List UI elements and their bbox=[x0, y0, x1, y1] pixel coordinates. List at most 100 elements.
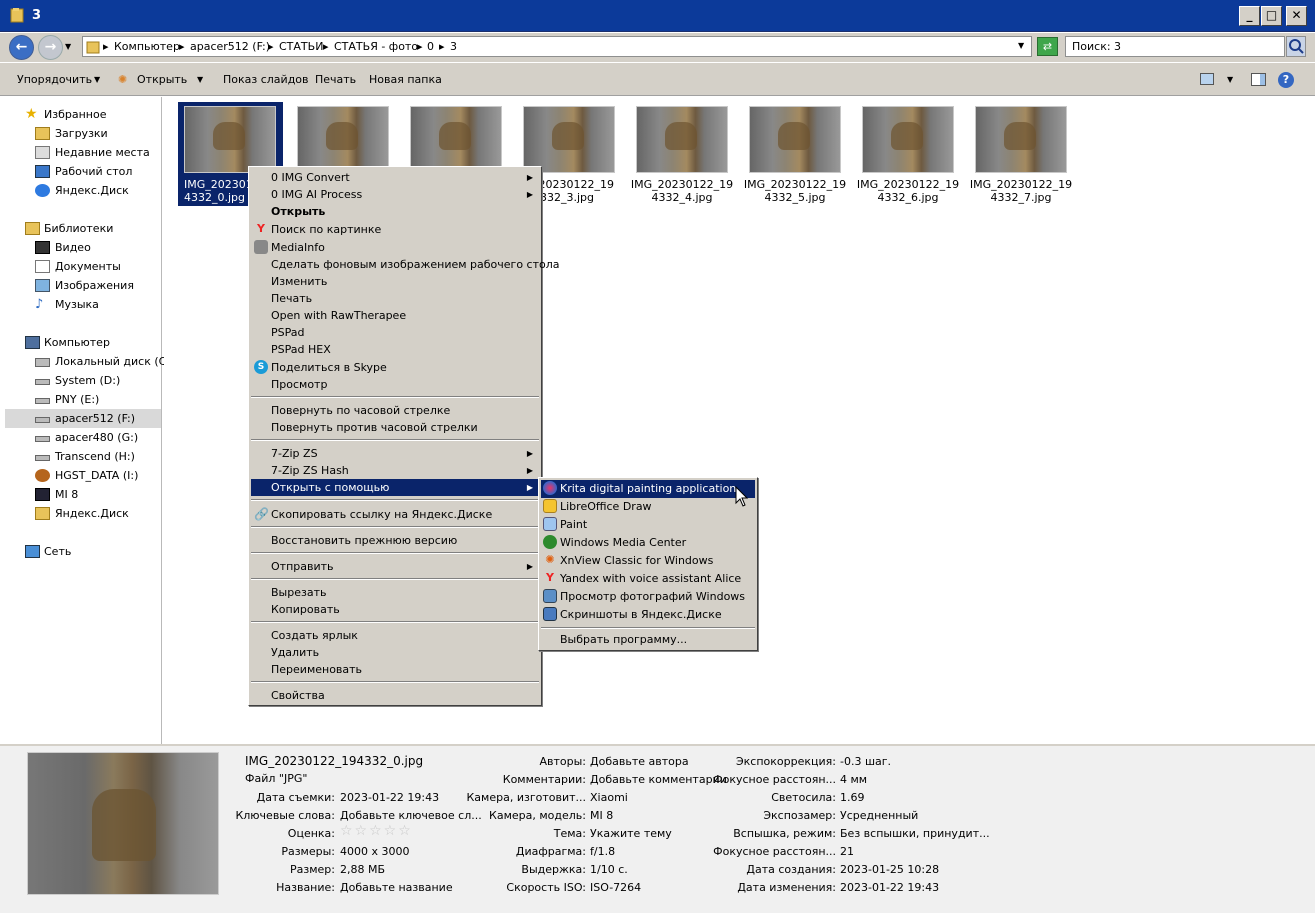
menu-item-rename[interactable]: Переименовать bbox=[251, 661, 539, 678]
menu-item-open[interactable]: Открыть bbox=[251, 203, 539, 220]
detail-value[interactable]: 4 мм bbox=[840, 773, 867, 786]
new-folder-button[interactable]: Новая папка bbox=[369, 73, 442, 86]
detail-value[interactable]: f/1.8 bbox=[590, 845, 615, 858]
nav-drive-d[interactable]: System (D:) bbox=[5, 371, 161, 390]
nav-music[interactable]: ♪ Музыка bbox=[5, 295, 161, 314]
print-button[interactable]: Печать bbox=[315, 73, 356, 86]
breadcrumb-folder-3[interactable]: 0 bbox=[427, 40, 434, 53]
submenu-item-xnview[interactable]: ✺ XnView Classic for Windows bbox=[541, 552, 755, 570]
detail-value[interactable]: 1/10 с. bbox=[590, 863, 628, 876]
detail-value[interactable]: 21 bbox=[840, 845, 854, 858]
chevron-down-icon[interactable]: ▼ bbox=[1227, 75, 1233, 84]
menu-item-img-convert[interactable]: 0 IMG Convert ▶ bbox=[251, 169, 539, 186]
nav-video[interactable]: Видео bbox=[5, 238, 161, 257]
detail-value[interactable]: 2023-01-22 19:43 bbox=[840, 881, 939, 894]
title-bar[interactable]: 3 _ □ ✕ bbox=[0, 0, 1315, 32]
detail-value[interactable]: ISO-7264 bbox=[590, 881, 641, 894]
nav-downloads[interactable]: Загрузки bbox=[5, 124, 161, 143]
slideshow-button[interactable]: Показ слайдов bbox=[223, 73, 309, 86]
organize-button[interactable]: Упорядочить bbox=[17, 73, 92, 86]
detail-value[interactable]: 2023-01-22 19:43 bbox=[340, 791, 439, 804]
menu-item-rotate-ccw[interactable]: Повернуть против часовой стрелки bbox=[251, 419, 539, 436]
nav-drive-f[interactable]: apacer512 (F:) bbox=[5, 409, 161, 428]
menu-item-set-wallpaper[interactable]: Сделать фоновым изображением рабочего ст… bbox=[251, 256, 560, 273]
chevron-down-icon[interactable]: ▼ bbox=[197, 75, 203, 84]
detail-value[interactable]: Xiaomi bbox=[590, 791, 628, 804]
submenu-item-yandex-screenshots[interactable]: Скриншоты в Яндекс.Диске bbox=[541, 606, 755, 624]
nav-drive-c[interactable]: Локальный диск (C:) bbox=[5, 352, 174, 371]
nav-drive-h[interactable]: Transcend (H:) bbox=[5, 447, 161, 466]
forward-button[interactable]: → bbox=[38, 35, 63, 60]
menu-item-rotate-cw[interactable]: Повернуть по часовой стрелке bbox=[251, 402, 539, 419]
file-caption[interactable]: IMG_20230122_19 4332_4.jpg bbox=[626, 178, 738, 204]
address-dropdown-icon[interactable]: ▼ bbox=[1018, 41, 1024, 50]
menu-item-rawtherapee[interactable]: Open with RawTherapee bbox=[251, 307, 539, 324]
close-button[interactable]: ✕ bbox=[1286, 6, 1307, 26]
file-thumbnail[interactable] bbox=[410, 106, 502, 173]
refresh-icon[interactable]: ⇄ bbox=[1037, 37, 1058, 56]
menu-item-search-by-image[interactable]: Y Поиск по картинке bbox=[251, 221, 539, 238]
menu-item-create-shortcut[interactable]: Создать ярлык bbox=[251, 627, 539, 644]
open-button[interactable]: Открыть bbox=[137, 73, 187, 86]
search-input[interactable]: Поиск: 3 bbox=[1065, 36, 1285, 57]
maximize-button[interactable]: □ bbox=[1261, 6, 1282, 26]
detail-value[interactable]: Добавьте название bbox=[340, 881, 453, 894]
file-thumbnail[interactable] bbox=[297, 106, 389, 173]
help-icon[interactable]: ? bbox=[1278, 72, 1294, 88]
file-thumbnail[interactable] bbox=[636, 106, 728, 173]
nav-libraries[interactable]: Библиотеки bbox=[5, 219, 161, 238]
breadcrumb-folder-2[interactable]: СТАТЬЯ - фото bbox=[334, 40, 418, 53]
history-dropdown-icon[interactable]: ▼ bbox=[65, 42, 71, 51]
nav-desktop[interactable]: Рабочий стол bbox=[5, 162, 161, 181]
nav-yandex-disk[interactable]: Яндекс.Диск bbox=[5, 181, 161, 200]
menu-item-share-skype[interactable]: S Поделиться в Skype bbox=[251, 359, 539, 376]
menu-item-cut[interactable]: Вырезать bbox=[251, 584, 539, 601]
detail-value[interactable]: 2023-01-25 10:28 bbox=[840, 863, 939, 876]
detail-value[interactable]: Добавьте ключевое сл... bbox=[340, 809, 482, 822]
menu-item-delete[interactable]: Удалить bbox=[251, 644, 539, 661]
breadcrumb-folder-1[interactable]: СТАТЬИ bbox=[279, 40, 323, 53]
menu-item-mediainfo[interactable]: MediaInfo bbox=[251, 239, 539, 256]
submenu-item-paint[interactable]: Paint bbox=[541, 516, 755, 534]
nav-drive-g[interactable]: apacer480 (G:) bbox=[5, 428, 161, 447]
nav-yandex-disk-2[interactable]: Яндекс.Диск bbox=[5, 504, 161, 523]
nav-drive-e[interactable]: PNY (E:) bbox=[5, 390, 161, 409]
menu-item-print[interactable]: Печать bbox=[251, 290, 539, 307]
nav-network[interactable]: Сеть bbox=[5, 542, 161, 561]
nav-favorites[interactable]: ★ Избранное bbox=[5, 105, 161, 124]
address-bar[interactable]: ▸ Компьютер ▸ apacer512 (F:) ▸ СТАТЬИ ▸ … bbox=[82, 36, 1032, 57]
search-icon[interactable] bbox=[1286, 36, 1306, 57]
view-options-icon[interactable] bbox=[1200, 73, 1214, 85]
nav-computer[interactable]: Компьютер bbox=[5, 333, 161, 352]
file-caption[interactable]: IMG_20230122_19 4332_5.jpg bbox=[739, 178, 851, 204]
menu-item-copy[interactable]: Копировать bbox=[251, 601, 539, 618]
file-thumbnail[interactable] bbox=[184, 106, 276, 173]
file-caption[interactable]: IMG_20230122_19 4332_7.jpg bbox=[965, 178, 1077, 204]
submenu-item-photo-viewer[interactable]: Просмотр фотографий Windows bbox=[541, 588, 755, 606]
submenu-item-krita[interactable]: Krita digital painting application bbox=[541, 480, 755, 498]
menu-item-pspad-hex[interactable]: PSPad HEX bbox=[251, 341, 539, 358]
breadcrumb-drive[interactable]: apacer512 (F:) bbox=[190, 40, 270, 53]
rating-stars[interactable]: ☆☆☆☆☆ bbox=[340, 823, 413, 839]
detail-value[interactable]: Усредненный bbox=[840, 809, 918, 822]
menu-item-pspad[interactable]: PSPad bbox=[251, 324, 539, 341]
preview-pane-icon[interactable] bbox=[1251, 73, 1266, 86]
nav-recent-places[interactable]: Недавние места bbox=[5, 143, 161, 162]
menu-item-img-ai-process[interactable]: 0 IMG AI Process ▶ bbox=[251, 186, 539, 203]
file-thumbnail[interactable] bbox=[975, 106, 1067, 173]
nav-drive-i[interactable]: HGST_DATA (I:) bbox=[5, 466, 161, 485]
detail-value[interactable]: MI 8 bbox=[590, 809, 613, 822]
breadcrumb-folder-4[interactable]: 3 bbox=[450, 40, 457, 53]
breadcrumb-computer[interactable]: Компьютер bbox=[114, 40, 180, 53]
detail-value[interactable]: Без вспышки, принудит... bbox=[840, 827, 990, 840]
menu-item-send-to[interactable]: Отправить ▶ bbox=[251, 558, 539, 575]
menu-item-open-with[interactable]: Открыть с помощью ▶ bbox=[251, 479, 539, 496]
menu-item-7zip[interactable]: 7-Zip ZS ▶ bbox=[251, 445, 539, 462]
nav-mi8[interactable]: MI 8 bbox=[5, 485, 161, 504]
nav-pictures[interactable]: Изображения bbox=[5, 276, 161, 295]
menu-item-restore-version[interactable]: Восстановить прежнюю версию bbox=[251, 532, 539, 549]
submenu-item-choose-program[interactable]: Выбрать программу... bbox=[541, 631, 755, 649]
detail-value[interactable]: Укажите тему bbox=[590, 827, 672, 840]
submenu-item-media-center[interactable]: Windows Media Center bbox=[541, 534, 755, 552]
menu-item-edit[interactable]: Изменить bbox=[251, 273, 539, 290]
